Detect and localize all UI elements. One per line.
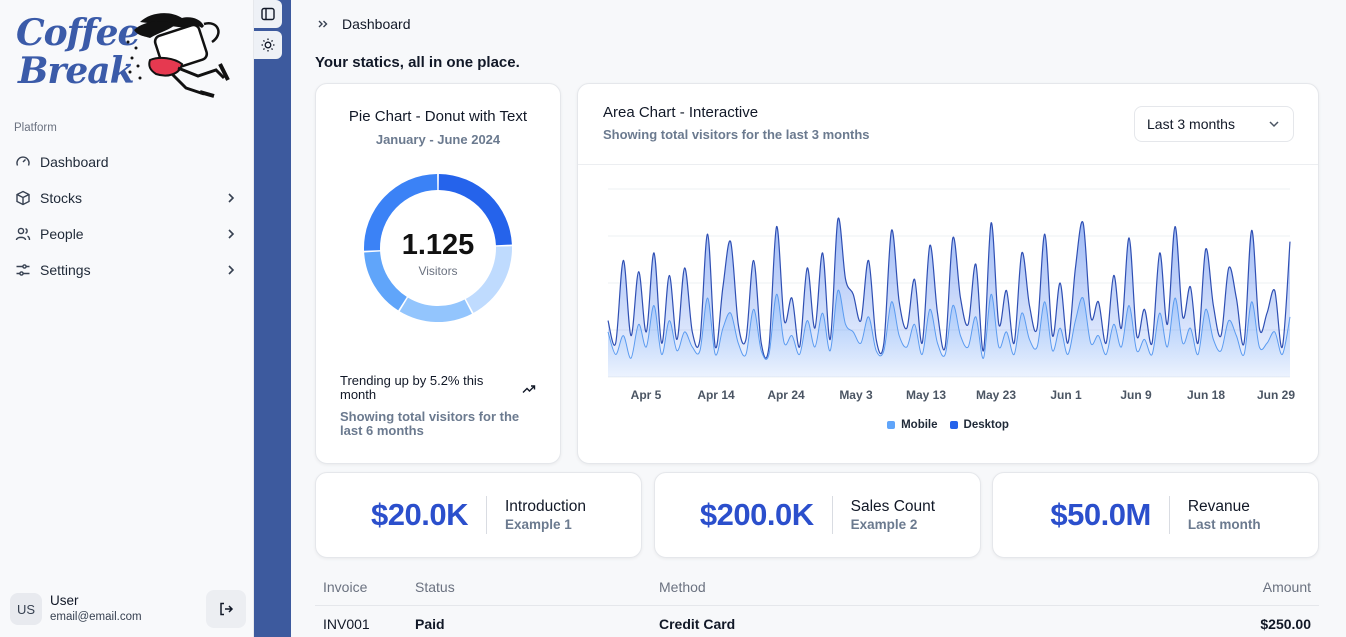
- logout-button[interactable]: [206, 590, 246, 628]
- x-tick-label: May 23: [976, 388, 1016, 402]
- chevron-right-icon: [228, 193, 235, 203]
- legend-item-desktop[interactable]: Desktop: [949, 419, 1009, 431]
- x-tick-label: Apr 5: [631, 388, 662, 402]
- sidebar: Coffee Break Platform Dashboard Stocks P…: [0, 0, 254, 637]
- stat-value: $200.0K: [699, 497, 814, 532]
- avatar[interactable]: US: [10, 593, 42, 625]
- stat-label: Sales Count: [850, 497, 936, 515]
- sidebar-item-label: Settings: [40, 262, 91, 278]
- coffee-mascot-icon: [126, 13, 230, 98]
- x-tick-label: Jun 9: [1120, 388, 1152, 402]
- x-tick-label: Apr 14: [697, 388, 735, 402]
- divider: [485, 496, 487, 534]
- box-icon: [14, 189, 32, 207]
- column-header-invoice: Invoice: [323, 578, 368, 595]
- donut-center-value: 1.125: [401, 229, 475, 261]
- theme-toggle-button[interactable]: [254, 31, 282, 59]
- invoice-table: Invoice Status Method Amount INV001 Paid…: [315, 568, 1319, 637]
- chevrons-right-icon[interactable]: [316, 17, 330, 31]
- chevron-right-icon: [228, 229, 235, 239]
- stat-sublabel: Last month: [1187, 516, 1261, 532]
- legend-item-mobile[interactable]: Mobile: [887, 419, 938, 431]
- legend-label: Desktop: [963, 419, 1009, 431]
- sliders-icon: [14, 261, 32, 279]
- sidebar-item-label: Dashboard: [40, 154, 109, 170]
- cell-method: Credit Card: [659, 616, 736, 632]
- sidebar-nav: Dashboard Stocks People Settings: [8, 144, 244, 288]
- divider: [1168, 496, 1170, 534]
- page-title: Your statics, all in one place.: [315, 54, 520, 71]
- legend-swatch: [887, 421, 896, 429]
- range-select[interactable]: Last 3 months: [1134, 106, 1294, 142]
- stat-value: $50.0M: [1050, 497, 1151, 532]
- sidebar-item-stocks[interactable]: Stocks: [8, 180, 244, 216]
- area-chart: Apr 5 Apr 14 Apr 24 May 3 May 13 May 23 Jun 1 J…: [607, 188, 1295, 402]
- sidebar-rail: [254, 0, 291, 637]
- legend-label: Mobile: [901, 419, 938, 431]
- sidebar-item-label: People: [40, 226, 84, 242]
- range-select-value: Last 3 months: [1147, 116, 1235, 132]
- user-profile: US User email@email.com: [10, 590, 246, 628]
- table-row[interactable]: INV001 Paid Credit Card $250.00: [315, 606, 1319, 637]
- sidebar-panel-icon: [261, 7, 275, 21]
- breadcrumb: Dashboard: [316, 14, 411, 34]
- pie-chart-subtitle: January - June 2024: [375, 132, 501, 147]
- pie-chart-footer: Showing total visitors for the last 6 mo…: [340, 409, 520, 438]
- sidebar-section-label: Platform: [14, 122, 57, 134]
- user-name: User: [50, 593, 79, 608]
- x-tick-label: Jun 29: [1257, 388, 1295, 402]
- chevron-right-icon: [228, 265, 235, 275]
- sidebar-item-settings[interactable]: Settings: [8, 252, 244, 288]
- stat-card-revenue: $50.0M Revanue Last month: [992, 472, 1319, 558]
- cell-status: Paid: [415, 616, 445, 632]
- sidebar-item-label: Stocks: [40, 190, 83, 206]
- trend-text: Trending up by 5.2% this month: [340, 373, 484, 402]
- cell-invoice: INV001: [323, 616, 370, 632]
- brand-logo[interactable]: Coffee Break: [12, 8, 237, 100]
- pie-slice[interactable]: [399, 297, 472, 322]
- donut-center-label: Visitors: [418, 264, 458, 278]
- stat-card-sales-count: $200.0K Sales Count Example 2: [654, 472, 981, 558]
- stat-label: Revanue: [1187, 497, 1250, 515]
- stat-sublabel: Example 2: [850, 516, 918, 532]
- trending-up-icon: [522, 385, 536, 393]
- stat-value: $20.0K: [371, 497, 468, 532]
- cell-amount: $250.00: [1260, 616, 1311, 632]
- stat-sublabel: Example 1: [504, 516, 572, 532]
- stat-label: Introduction: [504, 497, 586, 515]
- chevron-down-icon: [1269, 121, 1279, 128]
- stat-card-introduction: $20.0K Introduction Example 1: [315, 472, 642, 558]
- divider: [831, 496, 833, 534]
- breadcrumb-current[interactable]: Dashboard: [342, 16, 411, 32]
- user-info: User email@email.com: [50, 593, 206, 625]
- area-chart-card: Area Chart - Interactive Showing total v…: [577, 83, 1319, 464]
- logout-icon: [220, 602, 234, 616]
- sidebar-item-dashboard[interactable]: Dashboard: [8, 144, 244, 180]
- table-header: Invoice Status Method Amount: [315, 568, 1319, 606]
- sun-icon: [261, 38, 275, 52]
- pie-chart-title: Pie Chart - Donut with Text: [348, 108, 528, 125]
- x-tick-label: May 13: [906, 388, 946, 402]
- x-tick-label: May 3: [839, 388, 873, 402]
- x-tick-label: Jun 18: [1187, 388, 1225, 402]
- user-email: email@email.com: [50, 611, 142, 623]
- area-chart-subtitle: Showing total visitors for the last 3 mo…: [603, 127, 870, 142]
- column-header-method: Method: [659, 578, 706, 595]
- x-tick-label: Jun 1: [1050, 388, 1082, 402]
- area-chart-title: Area Chart - Interactive: [603, 104, 759, 121]
- x-tick-label: Apr 24: [767, 388, 805, 402]
- column-header-status: Status: [415, 578, 455, 595]
- toggle-sidebar-button[interactable]: [254, 0, 282, 28]
- legend-swatch: [949, 421, 958, 429]
- sidebar-item-people[interactable]: People: [8, 216, 244, 252]
- users-icon: [14, 225, 32, 243]
- column-header-amount: Amount: [1262, 578, 1311, 595]
- chart-legend: Mobile Desktop: [578, 419, 1318, 431]
- gauge-icon: [14, 153, 32, 171]
- pie-chart-card: Pie Chart - Donut with Text January - Ju…: [315, 83, 561, 464]
